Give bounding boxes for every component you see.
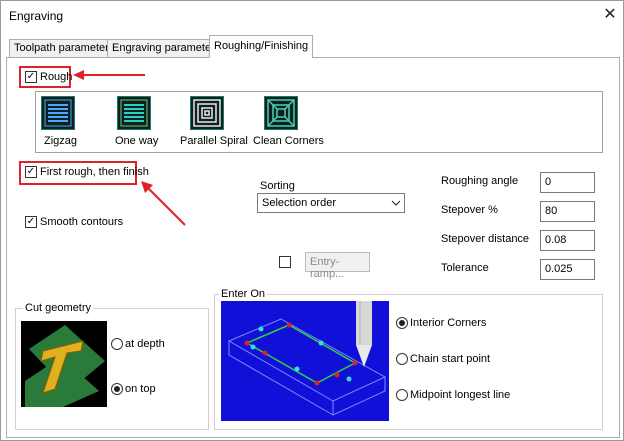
roughing-angle-label: Roughing angle: [441, 175, 519, 187]
sorting-select[interactable]: Selection order: [257, 193, 405, 213]
rough-label: Rough: [40, 71, 73, 83]
cut-geometry-preview: [21, 321, 107, 407]
chevron-down-icon: [391, 200, 401, 206]
parallel-spiral-icon[interactable]: [190, 96, 224, 130]
engraving-dialog: Engraving ✕ Toolpath parameters Engravin…: [0, 0, 624, 441]
interior-corners-label: Interior Corners: [410, 317, 487, 329]
at-depth-radio[interactable]: [111, 338, 123, 350]
stepover-distance-label: Stepover distance: [441, 233, 530, 245]
clean-corners-label: Clean Corners: [253, 135, 324, 147]
one-way-icon[interactable]: [117, 96, 151, 130]
zigzag-label: Zigzag: [44, 135, 78, 147]
entry-ramp-button[interactable]: Entry-ramp...: [305, 252, 370, 280]
rough-checkbox[interactable]: ✓: [25, 71, 37, 83]
enter-on-title: Enter On: [219, 288, 268, 300]
tolerance-label: Tolerance: [441, 262, 489, 274]
annotation-arrow-rough: [73, 70, 145, 80]
sorting-label: Sorting: [260, 180, 295, 192]
chain-start-point-radio[interactable]: [396, 353, 408, 365]
tab-engraving-parameters[interactable]: Engraving parameters: [107, 39, 226, 57]
midpoint-longest-line-label: Midpoint longest line: [410, 389, 511, 401]
parallel-spiral-label: Parallel Spiral: [180, 135, 248, 147]
first-rough-checkbox[interactable]: ✓: [25, 166, 37, 178]
close-button[interactable]: ✕: [597, 3, 623, 27]
tab-toolpath-parameters[interactable]: Toolpath parameters: [9, 39, 120, 57]
tolerance-field[interactable]: 0.025: [540, 259, 595, 280]
enter-on-preview: [221, 301, 389, 421]
window-title: Engraving: [9, 9, 64, 23]
smooth-contours-checkbox[interactable]: ✓: [25, 216, 37, 228]
first-rough-label: First rough, then finish: [40, 166, 149, 178]
cut-geometry-title: Cut geometry: [23, 302, 94, 314]
on-top-label: on top: [125, 383, 156, 395]
midpoint-longest-line-radio[interactable]: [396, 389, 408, 401]
entry-ramp-checkbox[interactable]: [279, 256, 291, 268]
tab-roughing-finishing[interactable]: Roughing/Finishing: [209, 35, 314, 58]
interior-corners-radio[interactable]: [396, 317, 408, 329]
at-depth-label: at depth: [125, 338, 165, 350]
annotation-arrow-first-rough: [141, 181, 186, 226]
stepover-distance-field[interactable]: 0.08: [540, 230, 595, 251]
roughing-angle-field[interactable]: 0: [540, 172, 595, 193]
stepover-percent-label: Stepover %: [441, 204, 498, 216]
clean-corners-icon[interactable]: [264, 96, 298, 130]
smooth-contours-label: Smooth contours: [40, 216, 124, 228]
zigzag-icon[interactable]: [41, 96, 75, 130]
stepover-percent-field[interactable]: 80: [540, 201, 595, 222]
one-way-label: One way: [115, 135, 159, 147]
close-icon: ✕: [603, 6, 617, 23]
on-top-radio[interactable]: [111, 383, 123, 395]
chain-start-point-label: Chain start point: [410, 353, 491, 365]
